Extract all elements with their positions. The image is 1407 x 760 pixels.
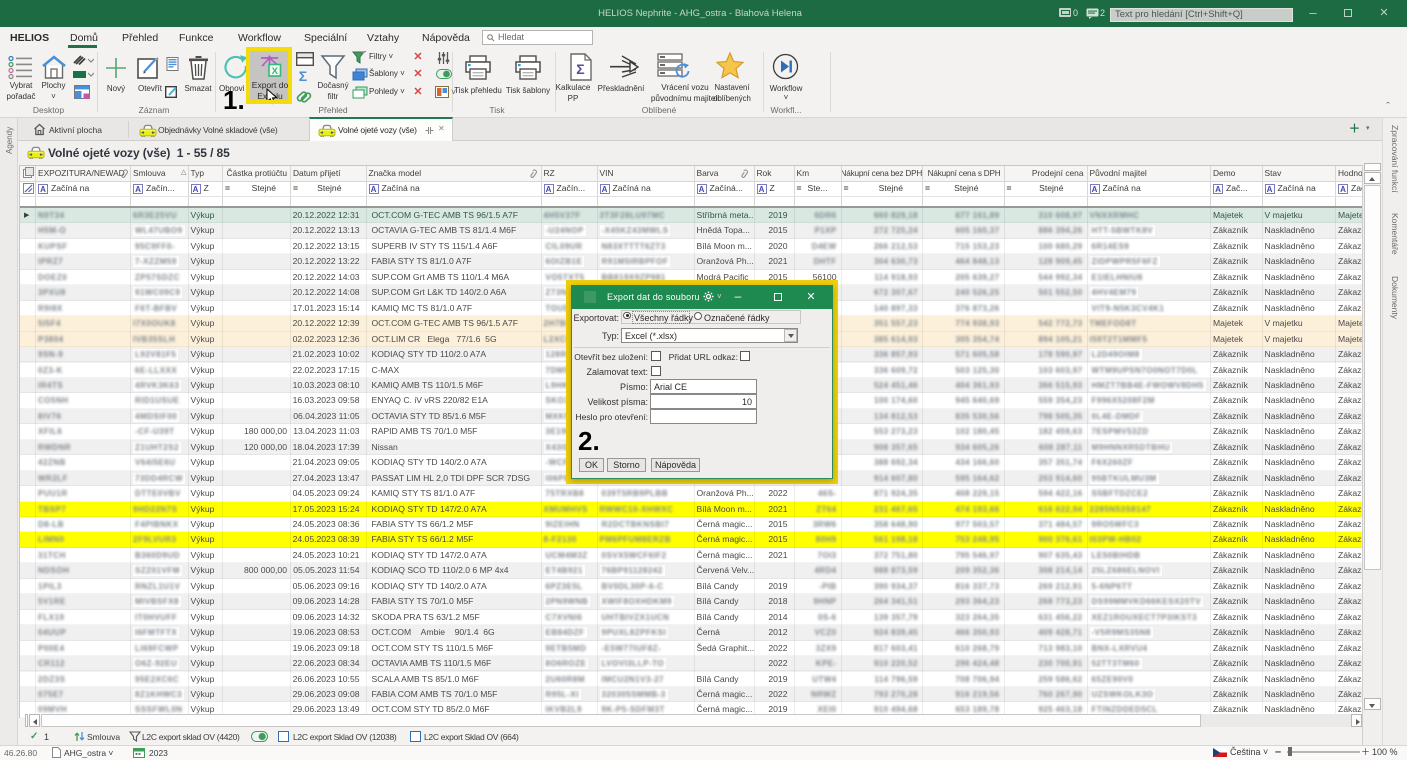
svg-text:Σ: Σ [576,61,584,77]
